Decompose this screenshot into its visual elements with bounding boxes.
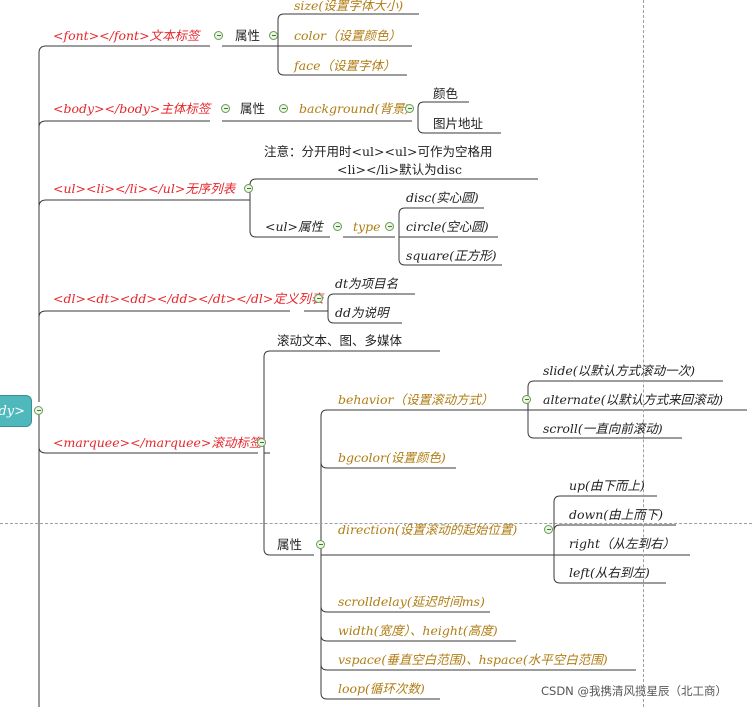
marquee-attr-collapse-toggle[interactable] <box>316 540 325 549</box>
marquee-desc-node[interactable]: 滚动文本、图、多媒体 <box>277 333 402 349</box>
marquee-direction-collapse-toggle[interactable] <box>544 525 553 534</box>
marquee-direction-node[interactable]: direction(设置滚动的起始位置) <box>338 522 517 538</box>
behavior-slide-item[interactable]: slide(以默认方式滚动一次) <box>543 363 695 379</box>
font-color-item[interactable]: color（设置颜色） <box>294 28 401 44</box>
dl-collapse-toggle[interactable] <box>314 294 323 303</box>
marquee-scrolldelay-item[interactable]: scrolldelay(延迟时间ms) <box>338 594 485 610</box>
body-color-item[interactable]: 颜色 <box>433 86 458 102</box>
font-collapse-toggle[interactable] <box>214 31 223 40</box>
marquee-attr-node[interactable]: 属性 <box>277 537 302 553</box>
direction-down-item[interactable]: down(由上而下) <box>569 507 663 523</box>
font-face-item[interactable]: face（设置字体） <box>294 58 395 74</box>
ul-type-node[interactable]: type <box>353 219 380 235</box>
ul-circle-item[interactable]: circle(空心圆) <box>406 219 489 235</box>
ul-collapse-toggle[interactable] <box>244 184 253 193</box>
dl-dd-item[interactable]: dd为说明 <box>335 305 389 321</box>
dl-dt-item[interactable]: dt为项目名 <box>335 276 398 292</box>
page-break-vertical <box>643 0 644 707</box>
marquee-tag-node[interactable]: <marquee></marquee>滚动标签 <box>53 435 261 451</box>
marquee-space-item[interactable]: vspace(垂直空白范围)、hspace(水平空白范围) <box>338 652 608 668</box>
body-background-node[interactable]: background(背景) <box>299 101 409 117</box>
dl-tag-node[interactable]: <dl><dt><dd></dd></dt></dl>定义列表 <box>53 291 323 307</box>
ul-attr-collapse-toggle[interactable] <box>333 222 342 231</box>
marquee-behavior-collapse-toggle[interactable] <box>522 395 531 404</box>
body-attr-collapse-toggle[interactable] <box>279 104 288 113</box>
watermark: CSDN @我携清风揽星辰（北工商） <box>541 684 727 698</box>
body-image-item[interactable]: 图片地址 <box>433 116 483 132</box>
marquee-behavior-node[interactable]: behavior（设置滚动方式） <box>338 392 493 408</box>
marquee-size-item[interactable]: width(宽度）、height(高度) <box>338 623 498 639</box>
marquee-loop-item[interactable]: loop(循环次数) <box>338 681 425 697</box>
root-collapse-toggle[interactable] <box>34 406 43 415</box>
body-collapse-toggle[interactable] <box>221 104 230 113</box>
direction-left-item[interactable]: left(从右到左) <box>569 565 650 581</box>
direction-right-item[interactable]: right（从左到右） <box>569 536 675 552</box>
ul-square-item[interactable]: square(正方形) <box>406 248 497 264</box>
ul-type-collapse-toggle[interactable] <box>385 222 394 231</box>
body-attr-node[interactable]: 属性 <box>240 101 265 117</box>
ul-attr-node[interactable]: <ul>属性 <box>265 219 323 235</box>
direction-up-item[interactable]: up(由下而上) <box>569 478 645 494</box>
font-tag-node[interactable]: <font></font>文本标签 <box>53 28 200 44</box>
font-attr-node[interactable]: 属性 <box>235 28 260 44</box>
marquee-bgcolor-item[interactable]: bgcolor(设置颜色) <box>338 450 446 466</box>
ul-tag-node[interactable]: <ul><li></li></ul>无序列表 <box>53 181 235 197</box>
marquee-collapse-toggle[interactable] <box>257 438 266 447</box>
behavior-scroll-item[interactable]: scroll(一直向前滚动) <box>543 421 663 437</box>
ul-note-line1[interactable]: 注意：分开用时<ul><ul>可作为空格用 <box>264 144 493 160</box>
body-background-collapse-toggle[interactable] <box>405 104 414 113</box>
ul-note-line2[interactable]: <li></li>默认为disc <box>337 162 462 178</box>
font-size-item[interactable]: size(设置字体大小) <box>294 0 403 14</box>
root-label: dy> <box>0 404 25 419</box>
root-node[interactable]: dy> <box>0 395 32 427</box>
ul-disc-item[interactable]: disc(实心圆) <box>406 190 479 206</box>
mind-map: dy> <font></font>文本标签 属性 size(设置字体大小) co… <box>0 0 752 707</box>
font-attr-collapse-toggle[interactable] <box>269 31 278 40</box>
body-tag-node[interactable]: <body></body>主体标签 <box>53 101 210 117</box>
behavior-alternate-item[interactable]: alternate(以默认方式来回滚动) <box>543 392 723 408</box>
